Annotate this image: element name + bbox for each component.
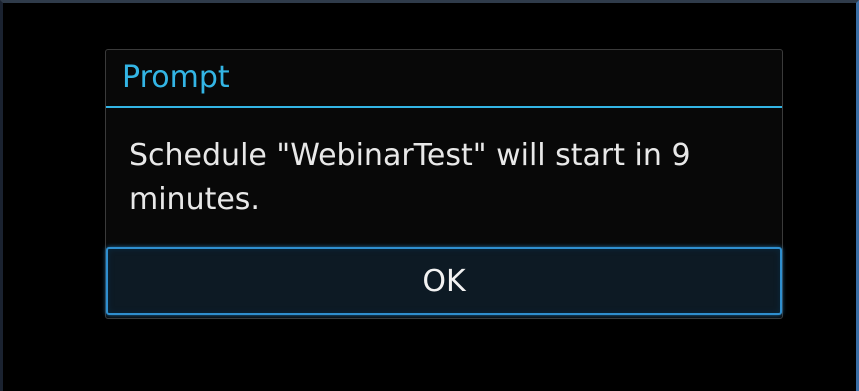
dialog-header: Prompt [106,50,782,108]
prompt-dialog: Prompt Schedule "WebinarTest" will start… [105,49,783,319]
dialog-message: Schedule "WebinarTest" will start in 9 m… [129,138,691,217]
dialog-body: Schedule "WebinarTest" will start in 9 m… [106,108,782,246]
ok-button[interactable]: OK [106,247,782,315]
screen: Prompt Schedule "WebinarTest" will start… [0,0,859,391]
dialog-footer: OK [106,246,782,318]
dialog-title: Prompt [122,60,230,95]
